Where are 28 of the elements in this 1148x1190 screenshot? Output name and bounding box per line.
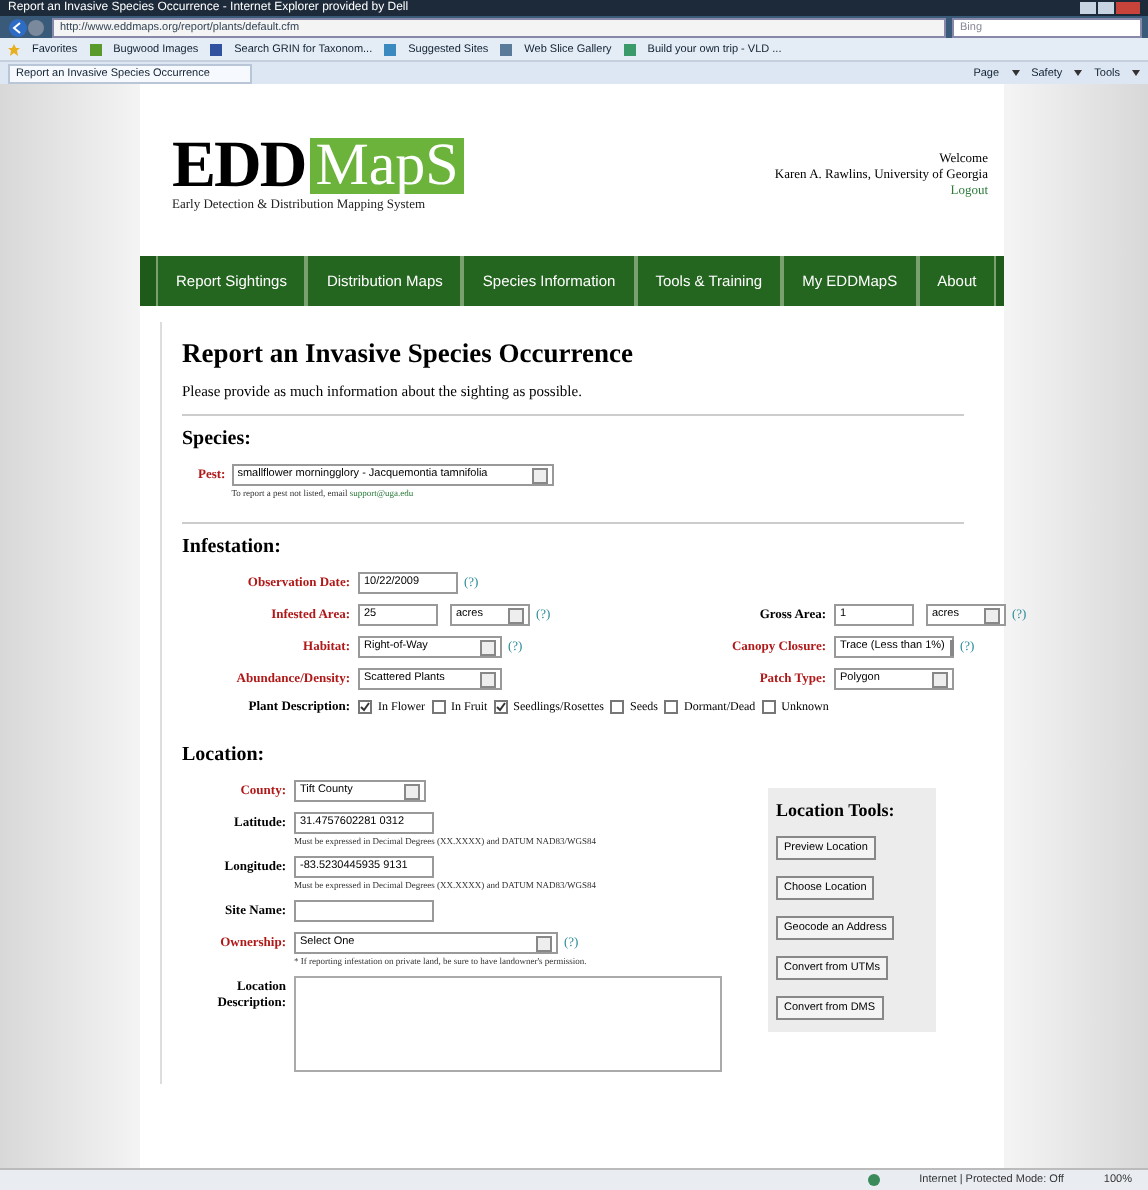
favorite-icon (89, 43, 102, 55)
window-controls-icon (1080, 2, 1140, 14)
logo-badge: MapS (309, 138, 465, 194)
checkbox[interactable] (431, 700, 445, 714)
favorite-icon (623, 43, 636, 55)
favorite-icon (384, 43, 397, 55)
section-heading: Infestation: (182, 536, 283, 558)
text-area[interactable] (294, 976, 722, 1072)
input-field[interactable] (294, 900, 434, 922)
section-heading: Species: (182, 428, 253, 450)
checkbox[interactable] (358, 700, 372, 714)
caret-icon (1074, 70, 1083, 76)
back-forward-icon (6, 17, 46, 37)
caret-icon (1132, 70, 1140, 76)
checkbox[interactable] (761, 700, 776, 714)
star-icon (8, 43, 20, 55)
logo-text: EDD (172, 136, 306, 196)
favorite-icon (500, 43, 513, 55)
check-icon (495, 702, 506, 712)
section-heading: Location: (182, 744, 267, 766)
checkbox[interactable] (610, 700, 625, 714)
checkbox[interactable] (493, 700, 508, 714)
page-title: Report an Invasive Species Occurrence (182, 338, 635, 370)
checkbox[interactable] (664, 700, 679, 714)
tools-heading: Location Tools: (776, 800, 897, 820)
favorite-icon (210, 43, 223, 55)
caret-icon (1011, 70, 1020, 76)
check-icon (360, 702, 370, 712)
